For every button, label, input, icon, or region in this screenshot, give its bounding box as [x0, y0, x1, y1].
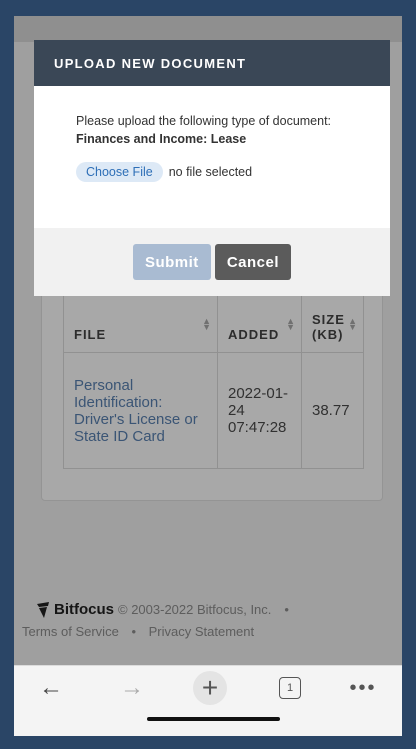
back-arrow-icon[interactable]: ← — [36, 674, 66, 702]
choose-file-button[interactable]: Choose File — [76, 162, 163, 182]
submit-button[interactable]: Submit — [132, 244, 211, 280]
phone-screen: FILE ▲ ▼ ADDED ▲ ▼ SIZE (KB) ▲ ▼ Persona… — [14, 16, 402, 736]
forward-arrow-icon[interactable]: → — [117, 674, 147, 702]
home-indicator — [147, 717, 280, 721]
upload-prompt: Please upload the following type of docu… — [76, 114, 332, 128]
upload-document-modal: UPLOAD NEW DOCUMENT Please upload the fo… — [34, 40, 390, 296]
modal-footer: Submit Cancel — [34, 228, 390, 296]
browser-toolbar: ← → + 1 ••• — [14, 665, 402, 736]
modal-body: Please upload the following type of docu… — [34, 86, 390, 182]
cancel-button[interactable]: Cancel — [214, 244, 292, 280]
modal-title: UPLOAD NEW DOCUMENT — [34, 40, 390, 86]
plus-icon[interactable]: + — [193, 671, 227, 705]
tab-count-button[interactable]: 1 — [279, 677, 301, 699]
document-type: Finances and Income: Lease — [76, 132, 247, 146]
more-dots-icon[interactable]: ••• — [343, 674, 383, 702]
file-status: no file selected — [168, 165, 253, 179]
file-input: Choose File no file selected — [76, 162, 390, 182]
